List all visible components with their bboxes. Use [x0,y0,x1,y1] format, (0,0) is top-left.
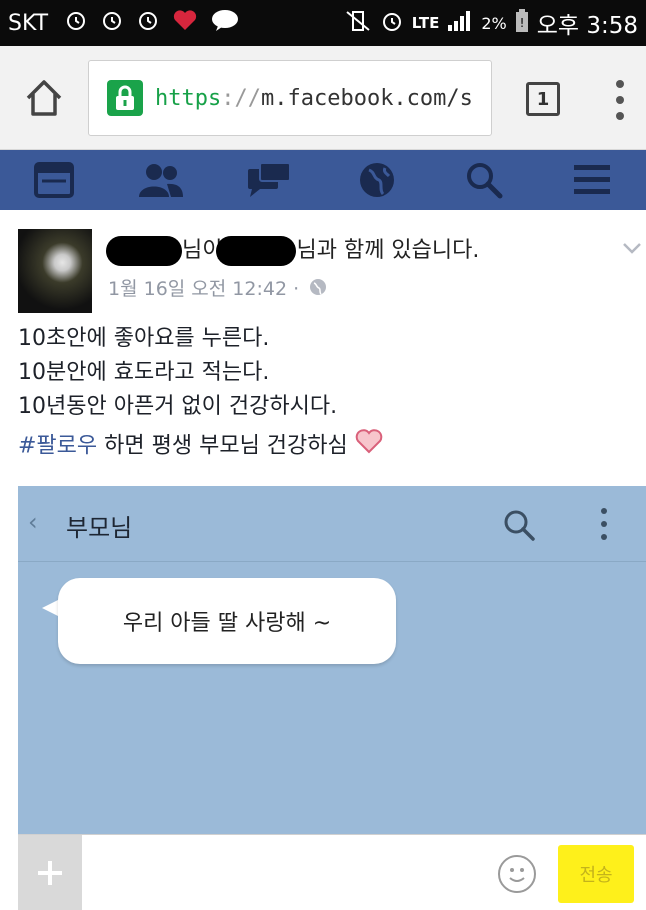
messages-icon[interactable] [243,158,295,202]
emoji-icon [498,855,536,893]
post-line-4: #팔로우 하면 평생 부모님 건강하심 [18,428,383,465]
heart-app-icon [172,8,198,38]
url-separator: :// [221,85,261,111]
send-button: 전송 [558,845,634,903]
redacted-name [106,236,182,266]
author-avatar[interactable] [18,229,92,313]
alarm-icon [136,8,160,38]
back-icon: ‹ [28,508,38,536]
browser-toolbar: https://m.facebook.com/s 1 [0,46,646,150]
alarm-icon [100,8,124,38]
menu-icon[interactable] [566,158,618,202]
notifications-globe-icon[interactable] [351,158,403,202]
url-text: https://m.facebook.com/s [155,86,473,111]
carrier-label: SKT [8,10,49,36]
hashtag-link[interactable]: #팔로우 [18,434,97,459]
battery-icon: ! [515,8,529,38]
post-line-3: 10년동안 아픈거 없이 건강하시다. [18,394,338,419]
post-line-2: 10분안에 효도라고 적는다. [18,360,270,385]
browser-menu-button[interactable] [612,80,628,120]
tab-switcher-button[interactable]: 1 [526,82,560,116]
shared-chat-screenshot[interactable]: ‹ 부모님 우리 아들 딸 사랑해 ~ 전송 [18,486,646,910]
timestamp-text: 1월 16일 오전 12:42 · [108,278,300,300]
vibrate-icon [344,9,372,38]
search-icon [502,508,536,542]
post-body: 10초안에 좋아요를 누른다. 10분안에 효도라고 적는다. 10년동안 아픈… [18,322,383,465]
feed-post: 님이 님과 함께 있습니다. 1월 16일 오전 12:42 · 10초안에 좋아… [0,210,646,910]
alarm-icon [64,8,88,38]
battery-label: 2% [481,13,507,33]
globe-icon [309,278,327,301]
network-label: LTE [411,14,440,32]
clock: 오후 3:58 [536,13,638,39]
post-line-4-text: 하면 평생 부모님 건강하심 [97,433,348,459]
heart-emoji-icon [355,428,383,465]
post-header: 님이 님과 함께 있습니다. [106,232,479,266]
chat-title: 부모님 [66,514,133,542]
home-icon [26,80,62,116]
more-icon [600,508,608,540]
post-timestamp[interactable]: 1월 16일 오전 12:42 · [108,274,327,301]
post-line-1: 10초안에 좋아요를 누른다. [18,326,270,351]
lock-icon [107,80,143,116]
chat-header: ‹ 부모님 [18,486,646,562]
chat-input-bar: 전송 [18,834,646,910]
talk-icon [210,8,240,38]
facebook-nav-bar [0,150,646,210]
url-rest: m.facebook.com/s [260,85,473,111]
chat-message-bubble: 우리 아들 딸 사랑해 ~ [58,578,396,664]
news-feed-icon[interactable] [28,158,80,202]
search-icon[interactable] [458,158,510,202]
signal-icon [447,9,473,38]
author-text-2: 님과 함께 있습니다. [296,238,480,263]
home-button[interactable] [22,76,66,120]
redacted-name [216,236,297,266]
status-bar: SKT LTE 2% ! 오후 3:58 [0,0,646,46]
url-bar[interactable]: https://m.facebook.com/s [88,60,492,136]
chevron-down-icon[interactable] [622,240,642,254]
alarm-icon [380,9,404,38]
svg-text:!: ! [519,16,524,30]
plus-icon [18,835,82,910]
url-scheme: https [155,85,222,111]
friends-icon[interactable] [135,158,187,202]
